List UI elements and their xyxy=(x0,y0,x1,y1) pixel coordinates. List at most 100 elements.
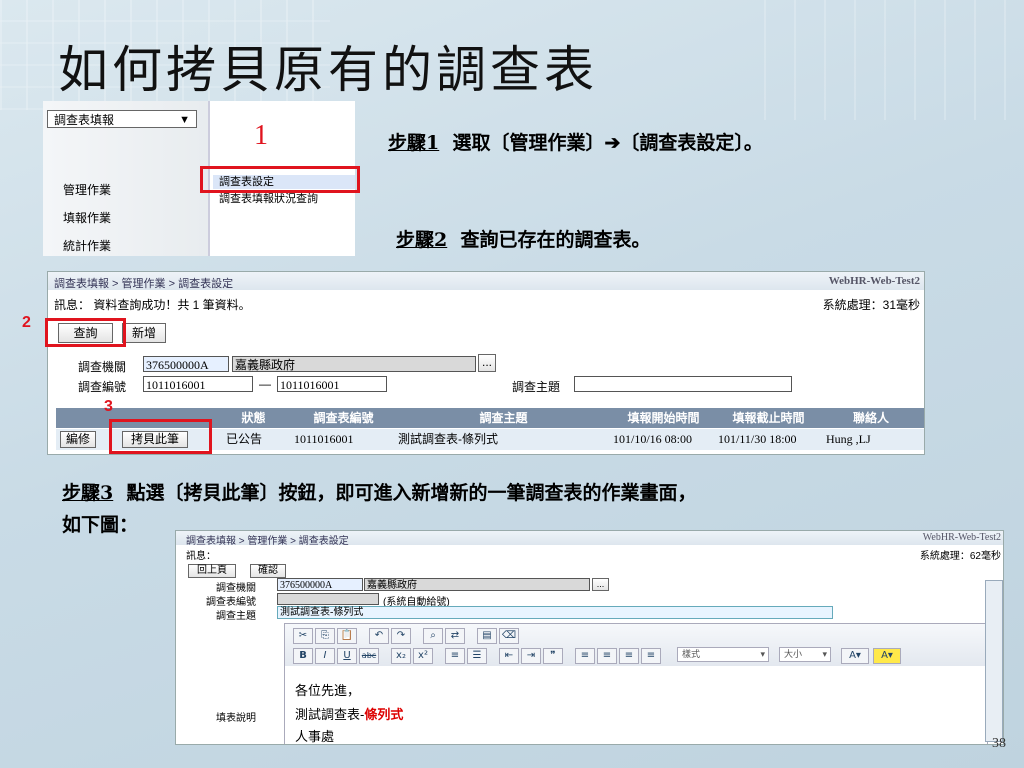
strikethrough-icon[interactable]: abc xyxy=(359,648,379,664)
text-color-icon[interactable]: A▾ xyxy=(841,648,869,664)
edit-org-lookup[interactable]: ... xyxy=(592,578,609,591)
bold-icon[interactable]: B xyxy=(293,648,313,664)
align-left-icon[interactable]: ≡ xyxy=(575,648,595,664)
subscript-icon[interactable]: x₂ xyxy=(391,648,411,664)
rich-text-editor[interactable]: ✂ ⎘ 📋 ↶ ↷ ⌕ ⇄ ▤ ⌫ B I U abc x₂ x² ≡ ☰ ⇤ … xyxy=(284,623,988,744)
highlight-box-1 xyxy=(200,166,360,193)
edit-no-label: 調查表編號 xyxy=(206,597,256,608)
indent-icon[interactable]: ⇥ xyxy=(521,648,541,664)
outdent-icon[interactable]: ⇤ xyxy=(499,648,519,664)
org-name-field: 嘉義縣政府 xyxy=(232,356,476,372)
underline-icon[interactable]: U xyxy=(337,648,357,664)
size-select-label: 大小 xyxy=(784,650,803,660)
desc-label: 填表說明 xyxy=(216,713,256,724)
style-select[interactable]: 樣式 ▾ xyxy=(677,647,769,662)
edit-system-time: 系統處理：62毫秒 xyxy=(919,551,1001,562)
add-button[interactable]: 新增 xyxy=(122,323,166,343)
edit-no-field xyxy=(277,593,379,605)
edit-topic-input[interactable]: 測試調查表-條列式 xyxy=(277,606,833,619)
cut-icon[interactable]: ✂ xyxy=(293,628,313,644)
style-select-label: 樣式 xyxy=(682,650,701,660)
edit-org-name: 嘉義縣政府 xyxy=(364,578,590,591)
edit-org-code[interactable]: 376500000A xyxy=(277,578,363,591)
edit-org-label: 調查機關 xyxy=(216,583,256,594)
org-label: 調查機關 xyxy=(78,360,127,374)
numbered-list-icon[interactable]: ≡ xyxy=(445,648,465,664)
edit-breadcrumb: 調查表填報 > 管理作業 > 調查表設定 xyxy=(186,536,349,547)
step-3-text: 點選〔拷貝此筆〕按鈕，即可進入新增新的一筆調查表的作業畫面， xyxy=(126,482,697,504)
cell-start-time: 101/10/16 08:00 xyxy=(613,432,693,446)
cell-end-time: 101/11/30 18:00 xyxy=(718,432,797,446)
align-right-icon[interactable]: ≡ xyxy=(619,648,639,664)
edit-message: 訊息： xyxy=(186,551,216,562)
highlight-box-3 xyxy=(109,419,212,454)
highlight-box-2 xyxy=(45,318,126,347)
editor-toolbar: ✂ ⎘ 📋 ↶ ↷ ⌕ ⇄ ▤ ⌫ B I U abc x₂ x² ≡ ☰ ⇤ … xyxy=(285,624,987,666)
sidebar-item-manage[interactable]: 管理作業 xyxy=(63,181,111,198)
page-number: 38 xyxy=(992,736,1006,751)
bg-color-icon[interactable]: A▾ xyxy=(873,648,901,664)
align-justify-icon[interactable]: ≡ xyxy=(641,648,661,664)
menu-dropdown[interactable]: 調查表填報 ▼ xyxy=(47,110,197,128)
sidebar-item-fill[interactable]: 填報作業 xyxy=(63,209,111,226)
scrollbar[interactable] xyxy=(985,580,1003,742)
chevron-down-icon: ▾ xyxy=(822,650,827,660)
align-center-icon[interactable]: ≡ xyxy=(597,648,617,664)
status-message: 訊息： 資料查詢成功！共 1 筆資料。 xyxy=(54,298,251,312)
edit-site-name: WebHR-Web-Test2 xyxy=(922,532,1001,543)
step-2: 步驟2 查詢已存在的調查表。 xyxy=(396,225,650,252)
editor-line-2: 測試調查表-條列式 xyxy=(295,704,403,723)
org-code-field[interactable]: 376500000A xyxy=(143,356,229,372)
step-2-text: 查詢已存在的調查表。 xyxy=(460,229,651,251)
editor-line-2-text: 測試調查表- xyxy=(295,707,365,722)
size-select[interactable]: 大小 ▾ xyxy=(779,647,831,662)
slide-title: 如何拷貝原有的調查表 xyxy=(58,41,598,99)
site-name: WebHR-Web-Test2 xyxy=(828,275,920,287)
editor-line-1: 各位先進， xyxy=(295,683,361,698)
org-lookup-button[interactable]: ... xyxy=(478,354,496,372)
step-2-label: 步驟2 xyxy=(396,229,448,251)
sidebar-item-stats[interactable]: 統計作業 xyxy=(63,237,111,254)
range-dash: — xyxy=(259,377,271,391)
step-1-text: 選取〔管理作業〕➔〔調查表設定〕。 xyxy=(452,132,763,154)
undo-icon[interactable]: ↶ xyxy=(369,628,389,644)
superscript-icon[interactable]: x² xyxy=(413,648,433,664)
italic-icon[interactable]: I xyxy=(315,648,335,664)
header-start-time: 填報開始時間 xyxy=(627,411,700,425)
header-contact: 聯絡人 xyxy=(852,411,889,425)
select-all-icon[interactable]: ▤ xyxy=(477,628,497,644)
survey-no-to[interactable]: 1011016001 xyxy=(277,376,387,392)
header-end-time: 填報截止時間 xyxy=(732,411,805,425)
confirm-button[interactable]: 確認 xyxy=(250,564,286,578)
find-icon[interactable]: ⌕ xyxy=(423,628,443,644)
cell-status: 已公告 xyxy=(226,432,263,446)
cell-topic: 測試調查表-條列式 xyxy=(398,432,498,446)
redo-icon[interactable]: ↷ xyxy=(391,628,411,644)
replace-icon[interactable]: ⇄ xyxy=(445,628,465,644)
survey-no-label: 調查編號 xyxy=(78,380,127,394)
topic-label: 調查主題 xyxy=(512,380,561,394)
breadcrumb: 調查表填報 > 管理作業 > 調查表設定 xyxy=(54,278,234,290)
survey-no-from[interactable]: 1011016001 xyxy=(143,376,253,392)
marker-1: 1 xyxy=(254,120,268,151)
header-topic: 調查主題 xyxy=(479,411,528,425)
edit-button[interactable]: 編修 xyxy=(60,431,96,448)
header-status: 狀態 xyxy=(241,411,266,425)
paste-icon[interactable]: 📋 xyxy=(337,628,357,644)
step-1-label: 步驟1 xyxy=(388,132,440,154)
edit-panel: 調查表填報 > 管理作業 > 調查表設定 WebHR-Web-Test2 訊息：… xyxy=(175,530,1004,745)
chevron-down-icon: ▾ xyxy=(760,650,765,660)
quote-icon[interactable]: ❞ xyxy=(543,648,563,664)
bullet-list-icon[interactable]: ☰ xyxy=(467,648,487,664)
topic-input[interactable] xyxy=(574,376,792,392)
marker-2: 2 xyxy=(22,314,31,331)
marker-3: 3 xyxy=(104,398,113,415)
step-3-label: 步驟3 xyxy=(62,482,114,504)
eraser-icon[interactable]: ⌫ xyxy=(499,628,519,644)
step-1: 步驟1 選取〔管理作業〕➔〔調查表設定〕。 xyxy=(388,128,763,155)
back-button[interactable]: 回上頁 xyxy=(188,564,236,578)
copy-icon[interactable]: ⎘ xyxy=(315,628,335,644)
editor-line-2-red: 條列式 xyxy=(364,707,404,722)
dropdown-label: 調查表填報 xyxy=(54,113,115,127)
step-3: 步驟3 點選〔拷貝此筆〕按鈕，即可進入新增新的一筆調查表的作業畫面， xyxy=(62,478,1012,505)
